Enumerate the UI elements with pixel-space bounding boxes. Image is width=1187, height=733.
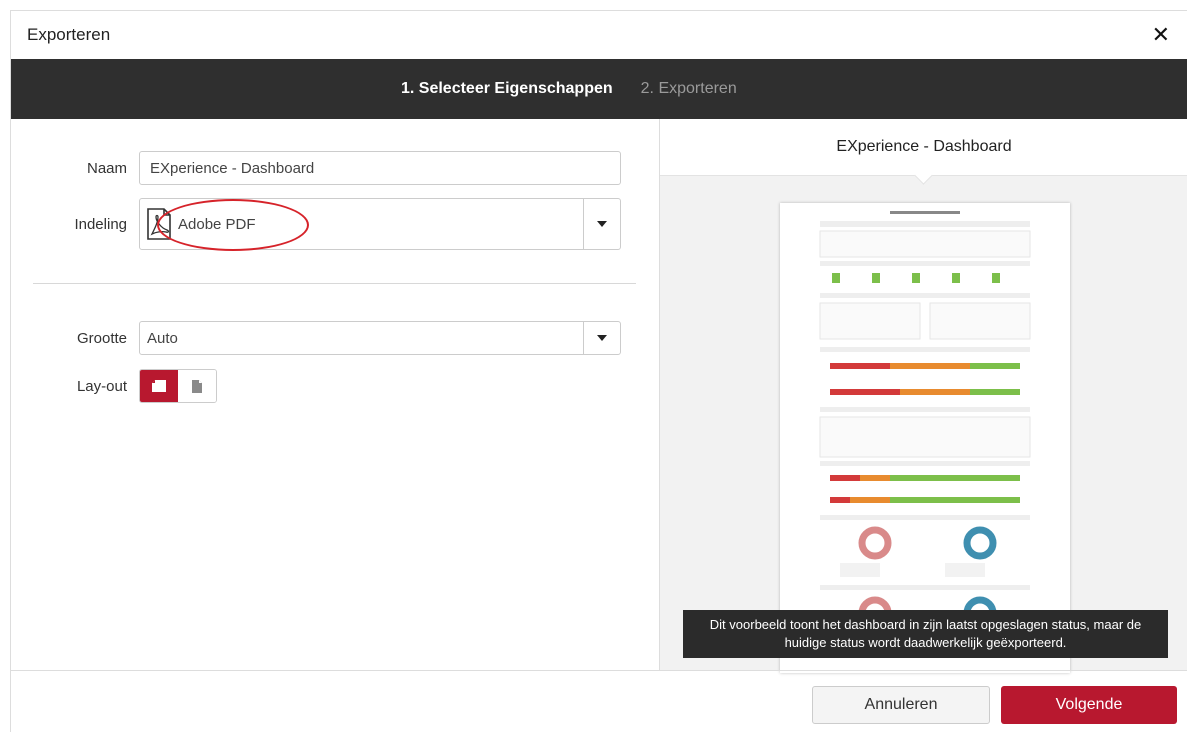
- preview-panel: EXperience - Dashboard Dit voorbeeld too…: [659, 119, 1187, 673]
- layout-label: Lay-out: [76, 377, 127, 395]
- close-icon[interactable]: ✕: [1152, 24, 1170, 46]
- preview-notch: [914, 166, 933, 185]
- dashboard-preview-image: [780, 203, 1070, 673]
- size-dropdown-toggle[interactable]: [583, 322, 620, 354]
- next-button[interactable]: Volgende: [1001, 686, 1177, 724]
- layout-row: Lay-out: [11, 369, 217, 403]
- format-select[interactable]: Adobe PDF: [139, 198, 621, 250]
- size-row: Grootte Auto: [11, 321, 621, 355]
- name-row: Naam EXperience - Dashboard: [11, 151, 621, 185]
- size-label: Grootte: [76, 329, 127, 347]
- section-divider: [33, 283, 636, 284]
- name-label: Naam: [86, 159, 127, 177]
- dialog-footer: Annuleren Volgende: [11, 670, 1187, 733]
- pdf-file-icon: [147, 208, 171, 240]
- name-input[interactable]: EXperience - Dashboard: [139, 151, 621, 185]
- preview-tooltip: Dit voorbeeld toont het dashboard in zij…: [683, 610, 1168, 658]
- properties-panel: Naam EXperience - Dashboard Indeling Ado…: [11, 119, 659, 670]
- portrait-page-icon: [192, 379, 202, 393]
- size-value: Auto: [147, 329, 178, 347]
- dashboard-preview-thumbnail: [780, 203, 1070, 673]
- cancel-button[interactable]: Annuleren: [812, 686, 990, 724]
- preview-title-bar: EXperience - Dashboard: [660, 119, 1187, 185]
- format-dropdown-toggle[interactable]: [583, 199, 620, 249]
- format-label: Indeling: [74, 215, 127, 233]
- step-export[interactable]: 2. Exporteren: [641, 80, 737, 98]
- chevron-down-icon: [597, 335, 607, 341]
- layout-toggle: [139, 369, 217, 403]
- format-row: Indeling Adobe PDF: [11, 198, 621, 250]
- step-select-properties[interactable]: 1. Selecteer Eigenschappen: [401, 80, 613, 98]
- landscape-page-icon: [152, 380, 166, 392]
- size-select[interactable]: Auto: [139, 321, 621, 355]
- export-dialog: Exporteren ✕ 1. Selecteer Eigenschappen …: [10, 10, 1187, 732]
- layout-landscape-button[interactable]: [140, 370, 178, 402]
- dialog-title: Exporteren: [27, 25, 111, 44]
- format-value: Adobe PDF: [178, 215, 256, 233]
- dialog-titlebar: Exporteren ✕: [11, 11, 1187, 59]
- chevron-down-icon: [597, 221, 607, 227]
- preview-title: EXperience - Dashboard: [836, 138, 1012, 155]
- wizard-steps: 1. Selecteer Eigenschappen 2. Exporteren: [11, 59, 1187, 119]
- layout-portrait-button[interactable]: [178, 370, 216, 402]
